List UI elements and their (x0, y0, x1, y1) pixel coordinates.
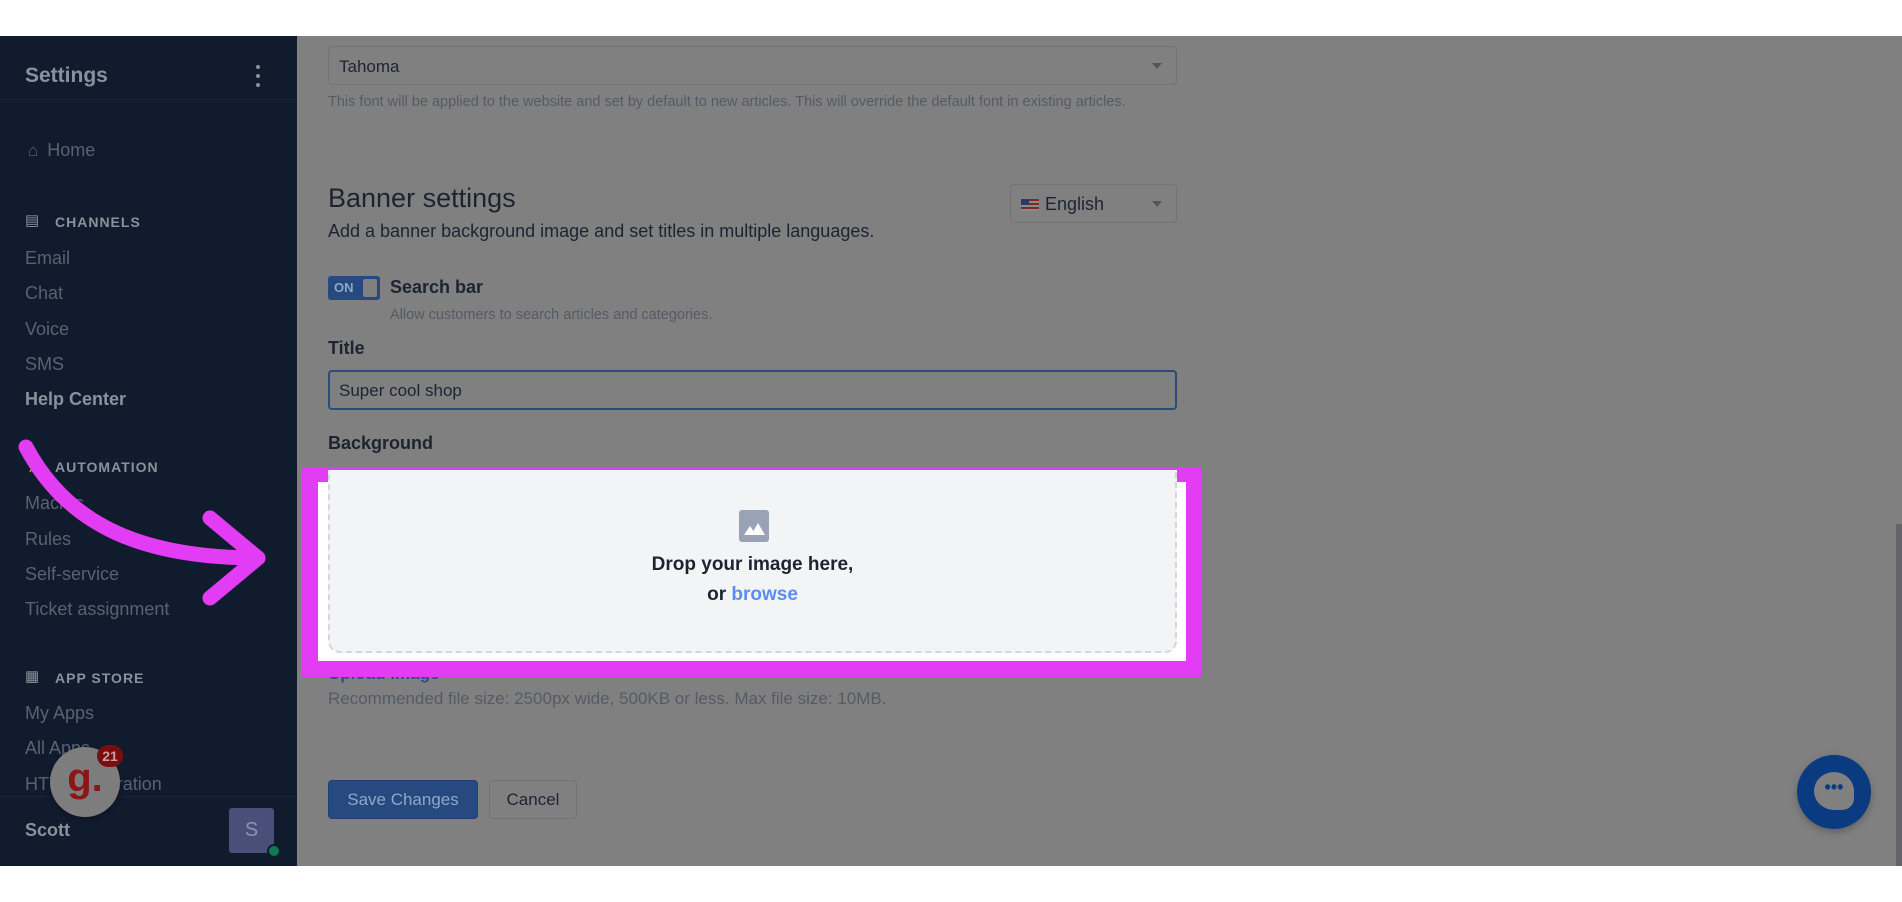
toggle-state-label: ON (334, 280, 354, 295)
search-bar-help: Allow customers to search articles and c… (390, 307, 713, 323)
chevron-down-icon (1152, 62, 1162, 69)
us-flag-icon (1021, 199, 1039, 211)
browse-link[interactable]: browse (731, 584, 798, 605)
image-icon (739, 510, 769, 542)
font-select-value: Tahoma (339, 57, 400, 76)
arrow-shaft (18, 439, 266, 566)
banner-description: Add a banner background image and set ti… (328, 221, 875, 241)
search-bar-toggle[interactable]: ON (328, 276, 380, 300)
file-size-recommendation: Recommended file size: 2500px wide, 500K… (328, 689, 887, 708)
language-select-value: English (1045, 194, 1105, 214)
dropzone-or: or (707, 584, 727, 605)
title-input-value: Super cool shop (339, 381, 462, 400)
chat-bubble-icon: ••• (1814, 772, 1854, 810)
image-dropzone[interactable]: Drop your image here, or browse (328, 470, 1177, 653)
title-label: Title (328, 338, 365, 358)
banner-heading: Banner settings (328, 183, 516, 213)
cancel-button[interactable]: Cancel (489, 780, 577, 819)
search-bar-label: Search bar (390, 277, 484, 297)
background-label: Background (328, 433, 434, 453)
title-input[interactable]: Super cool shop (328, 370, 1177, 410)
scrollbar-thumb[interactable] (1896, 524, 1902, 866)
chevron-down-icon (1152, 200, 1162, 207)
font-select[interactable]: Tahoma (328, 46, 1177, 85)
annotation-arrow (18, 439, 266, 606)
language-select[interactable]: English (1010, 184, 1177, 223)
dropzone-instruction: Drop your image here, (651, 554, 854, 575)
chat-launcher-button[interactable]: ••• (1797, 755, 1871, 829)
font-help-text: This font will be applied to the website… (328, 94, 1126, 110)
save-changes-button[interactable]: Save Changes (328, 780, 478, 819)
toggle-knob (363, 279, 377, 297)
